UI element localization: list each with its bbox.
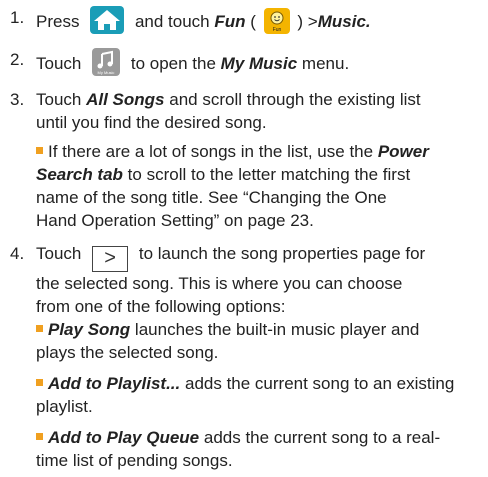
step-text-end: menu.: [301, 54, 350, 73]
manual-page: 1. Press and touch Fun ( Fun ) >Music. 2…: [0, 0, 488, 477]
option-line2: time list of pending songs.: [36, 451, 233, 470]
note-line3: name of the song title. See “Changing th…: [36, 188, 387, 207]
music-icon-label: My Music: [98, 70, 115, 75]
music-note-icon: My Music: [92, 48, 121, 76]
option-add-to-play-queue: Add to Play Queue adds the current song …: [36, 426, 484, 472]
step-number: 2.: [10, 50, 25, 69]
option-line2: plays the selected song.: [36, 343, 219, 362]
search-tab-label: Search tab: [36, 165, 123, 184]
fun-icon: Fun: [263, 8, 290, 34]
step-number: 1.: [10, 8, 25, 27]
step-text-pre: Touch: [36, 90, 82, 109]
gt-symbol: >: [307, 12, 318, 31]
option-line1: adds the current song to an existing: [184, 374, 455, 393]
step-text-line2: the selected song. This is where you can…: [36, 274, 403, 293]
step-text-line2: until you find the desired song.: [36, 113, 267, 132]
bullet-icon: [36, 433, 43, 440]
chevron-right-icon: >: [92, 246, 129, 272]
note-line4: Hand Operation Setting” on page 23.: [36, 211, 314, 230]
step-number: 4.: [10, 244, 25, 263]
option-play-song: Play Song launches the built-in music pl…: [36, 318, 484, 364]
my-music-label: My Music: [220, 54, 298, 73]
step-text: Touch > to launch the song properties pa…: [36, 242, 484, 318]
step-number: 3.: [10, 90, 25, 109]
option-name: Add to Play Queue: [48, 428, 200, 447]
step-text: Touch All Songs and scroll through the e…: [36, 88, 484, 134]
fun-icon-label: Fun: [272, 27, 281, 33]
bullet-icon: [36, 325, 43, 332]
music-label: Music.: [317, 12, 371, 31]
note-line1: If there are a lot of songs in the list,…: [48, 142, 374, 161]
step-text-pre: Touch: [36, 54, 82, 73]
fun-label: Fun: [214, 12, 246, 31]
note-line2: to scroll to the letter matching the fir…: [127, 165, 411, 184]
step-text-pre: Touch: [36, 244, 82, 263]
option-name: Play Song: [48, 320, 131, 339]
bullet-icon: [36, 147, 43, 154]
option-line1: adds the current song to a real-: [203, 428, 441, 447]
option-line1: launches the built-in music player and: [134, 320, 420, 339]
option-add-to-playlist: Add to Playlist... adds the current song…: [36, 372, 484, 418]
paren-close: ): [297, 12, 304, 31]
all-songs-label: All Songs: [86, 90, 165, 109]
option-name: Add to Playlist...: [48, 374, 181, 393]
step-text: Touch My Music to open the My Music menu…: [36, 48, 484, 76]
home-icon: [90, 6, 125, 34]
step-text: Press and touch Fun ( Fun ) >Music.: [36, 6, 484, 34]
step-text-pre: Press: [36, 12, 80, 31]
step-text-line1: and scroll through the existing list: [169, 90, 421, 109]
step-text-line3: from one of the following options:: [36, 297, 286, 316]
power-label: Power: [377, 142, 429, 161]
step-text-line1: to launch the song properties page for: [138, 244, 426, 263]
step-3-note: If there are a lot of songs in the list,…: [36, 140, 484, 232]
bullet-icon: [36, 379, 43, 386]
paren-open: (: [250, 12, 256, 31]
step-text-mid: and touch: [134, 12, 210, 31]
option-line2: playlist.: [36, 397, 93, 416]
step-text-post: to open the: [130, 54, 216, 73]
